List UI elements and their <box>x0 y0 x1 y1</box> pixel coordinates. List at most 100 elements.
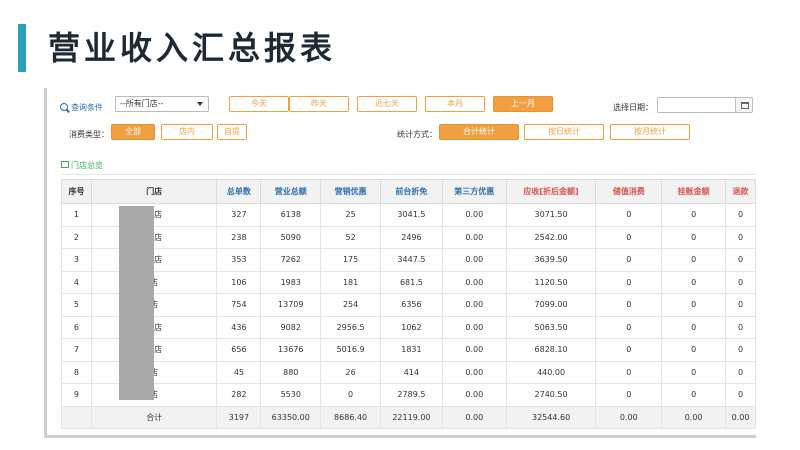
table-cell: 3639.50 <box>505 248 597 272</box>
table-cell: 0 <box>661 270 726 294</box>
table-cell: 9082 <box>260 315 322 339</box>
table-cell: 0 <box>725 270 756 294</box>
table-cell: 106 <box>216 270 262 294</box>
table-cell: 0 <box>595 225 663 249</box>
table-cell: 0 <box>661 360 726 384</box>
consume-dine-in-button[interactable]: 店内 <box>161 124 213 140</box>
table-cell: 1 <box>61 203 92 227</box>
period-yesterday-button[interactable]: 昨天 <box>289 96 349 112</box>
table-cell: 0 <box>725 248 756 272</box>
table-cell: 0.00 <box>441 383 507 407</box>
col-header-refund: 退款 <box>725 179 756 204</box>
table-cell: 0 <box>725 383 756 407</box>
table-cell: 0 <box>725 225 756 249</box>
table-cell: 5016.9 <box>320 338 381 362</box>
table-row: 7工人北路店656136765016.918310.006828.10000 <box>61 338 756 362</box>
store-cell: 马福田店 <box>90 270 218 294</box>
table-cell: 26 <box>320 360 381 384</box>
table-cell: 414 <box>380 360 443 384</box>
query-conditions-label[interactable]: 查询条件 <box>71 102 103 113</box>
consume-type-label: 消费类型： <box>69 130 109 139</box>
table-cell: 32544.60 <box>505 405 597 429</box>
table-row: 5环城湖店7541370925463560.007099.00000 <box>61 293 756 317</box>
search-icon <box>60 103 68 111</box>
table-cell <box>61 405 92 429</box>
store-cell: 工人北路店 <box>90 338 218 362</box>
col-header-revenue: 营业总额 <box>260 179 322 204</box>
stat-total-button[interactable]: 合计统计 <box>439 124 519 140</box>
table-cell: 254 <box>320 293 381 317</box>
table-cell: 0 <box>661 225 726 249</box>
table-cell: 0 <box>725 315 756 339</box>
table-cell: 13676 <box>260 338 322 362</box>
table-cell: 440.00 <box>505 360 597 384</box>
col-header-index: 序号 <box>61 179 92 204</box>
table-cell: 63350.00 <box>260 405 322 429</box>
table-cell: 436 <box>216 315 262 339</box>
table-cell: 52 <box>320 225 381 249</box>
calendar-icon <box>741 102 749 109</box>
table-cell: 0.00 <box>441 338 507 362</box>
table-cell: 0 <box>661 203 726 227</box>
table-cell: 0.00 <box>441 203 507 227</box>
col-header-store: 门店 <box>90 179 218 204</box>
table-cell: 282 <box>216 383 262 407</box>
table-cell: 8686.40 <box>320 405 381 429</box>
table-cell: 0.00 <box>441 293 507 317</box>
table-cell: 681.5 <box>380 270 443 294</box>
table-cell: 2542.00 <box>505 225 597 249</box>
date-input[interactable] <box>657 97 737 113</box>
table-cell: 0.00 <box>441 248 507 272</box>
col-header-credit: 挂账金额 <box>661 179 726 204</box>
slide-title: 营业收入汇总报表 <box>48 29 337 67</box>
stat-monthly-button[interactable]: 按月统计 <box>610 124 690 140</box>
col-header-orders: 总单数 <box>216 179 262 204</box>
calendar-button[interactable] <box>735 97 753 113</box>
consume-all-button[interactable]: 全部 <box>111 124 155 140</box>
table-cell: 2 <box>61 225 92 249</box>
table-row: 1虎城北路店3276138253041.50.003071.50000 <box>61 203 756 227</box>
col-header-stored-value: 储值消费 <box>595 179 663 204</box>
table-cell: 5090 <box>260 225 322 249</box>
store-cell: 虎城北路店 <box>90 203 218 227</box>
store-overview-icon <box>61 161 69 168</box>
col-header-receivable: 应收[折后金额] <box>505 179 597 204</box>
redaction-block <box>119 206 154 400</box>
table-cell: 7099.00 <box>505 293 597 317</box>
store-select[interactable]: --所有门店-- <box>115 96 209 112</box>
table-cell: 754 <box>216 293 262 317</box>
stat-daily-button[interactable]: 按日统计 <box>524 124 604 140</box>
table-cell: 0 <box>595 293 663 317</box>
table-cell: 3 <box>61 248 92 272</box>
period-7days-button[interactable]: 近七天 <box>357 96 417 112</box>
stat-mode-label: 统计方式： <box>397 130 437 139</box>
store-cell: 鲁迅西路店 <box>90 225 218 249</box>
table-cell: 175 <box>320 248 381 272</box>
table-cell: 9 <box>61 383 92 407</box>
title-accent-bar <box>18 24 26 72</box>
table-cell: 0 <box>725 338 756 362</box>
table-cell: 0 <box>595 270 663 294</box>
store-cell: 建国中路店 <box>90 248 218 272</box>
table-cell: 3197 <box>216 405 262 429</box>
table-cell: 8 <box>61 360 92 384</box>
table-cell: 0 <box>595 203 663 227</box>
store-cell: 龙月湖店 <box>90 383 218 407</box>
section-title: 门店总览 <box>71 161 103 170</box>
table-cell: 181 <box>320 270 381 294</box>
period-last-month-button[interactable]: 上一月 <box>493 96 553 112</box>
table-cell: 4 <box>61 270 92 294</box>
table-cell: 3041.5 <box>380 203 443 227</box>
table-cell: 0.00 <box>441 225 507 249</box>
consume-pickup-button[interactable]: 自提 <box>217 124 247 140</box>
table-cell: 0 <box>595 360 663 384</box>
store-cell: 环城湖店 <box>90 293 218 317</box>
period-this-month-button[interactable]: 本月 <box>425 96 485 112</box>
table-row: 3建国中路店35372621753447.50.003639.50000 <box>61 248 756 272</box>
table-cell: 0.00 <box>661 405 726 429</box>
chevron-down-icon <box>197 102 203 106</box>
period-today-button[interactable]: 今天 <box>229 96 289 112</box>
table-cell: 3071.50 <box>505 203 597 227</box>
table-cell: 0.00 <box>725 405 756 429</box>
table-row: 4马福田店1061983181681.50.001120.50000 <box>61 270 756 294</box>
